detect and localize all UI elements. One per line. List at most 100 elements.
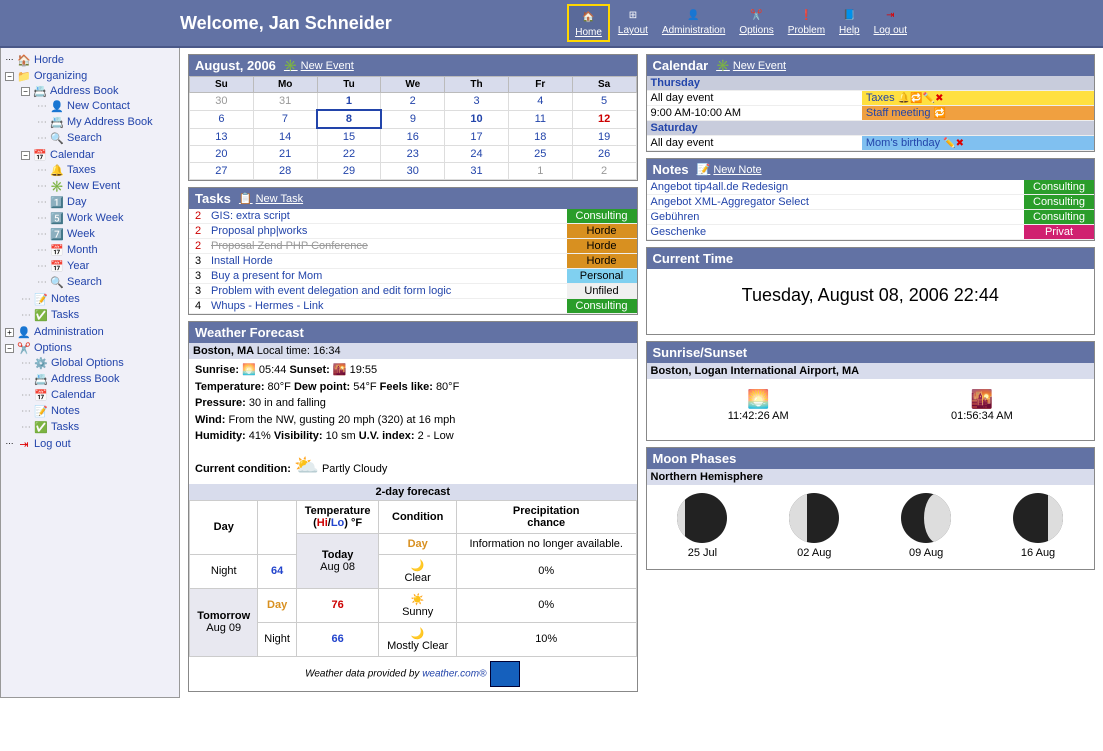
event-time: 9:00 AM-10:00 AM [647,106,862,121]
tree-opt-notes[interactable]: ⋯📝Notes [21,404,177,418]
new-event-link-2[interactable]: ✳️New Event [716,59,786,72]
tree-newcontact[interactable]: ⋯👤New Contact [37,99,177,113]
new-note-link[interactable]: 📝New Note [697,163,762,176]
calendar-day[interactable]: 30 [190,93,254,111]
weather-link[interactable]: weather.com® [422,668,486,679]
sun-location: Boston, Logan International Airport, MA [647,363,1095,379]
calendar-day[interactable]: 6 [190,110,254,128]
tree-horde[interactable]: ⋯🏠Horde [5,53,177,67]
calendar-day[interactable]: 17 [445,128,509,146]
calendar-day[interactable]: 8 [317,110,381,128]
tree-addressbook[interactable]: −📇Address Book [21,84,177,98]
nav-home[interactable]: 🏠Home [567,4,610,42]
calendar-day[interactable]: 1 [317,93,381,111]
edit-icon[interactable]: ✏️ [943,138,955,149]
delete-icon[interactable]: ✖ [935,93,943,104]
moon-phase-4: 16 Aug [1013,493,1063,559]
new-task-link[interactable]: 📋New Task [239,192,303,205]
calendar-day[interactable]: 4 [508,93,572,111]
task-row[interactable]: 2Proposal php|worksHorde [189,224,637,239]
tree-administration[interactable]: +👤Administration [5,325,177,339]
task-row[interactable]: 3Problem with event delegation and edit … [189,284,637,299]
event-taxes[interactable]: Taxes [866,92,895,104]
day-header-thursday[interactable]: Thursday [647,76,1095,91]
tree-opt-addressbook[interactable]: ⋯📇Address Book [21,372,177,386]
calendar-day[interactable]: 29 [317,163,381,180]
tree-month[interactable]: ⋯📅Month [37,243,177,257]
new-event-link[interactable]: ✳️New Event [284,59,354,72]
calendar-day[interactable]: 9 [381,110,445,128]
calendar-day[interactable]: 2 [381,93,445,111]
tree-opt-tasks[interactable]: ⋯✅Tasks [21,420,177,434]
calendar-day[interactable]: 21 [253,146,317,163]
nav-help[interactable]: 📘Help [833,4,866,42]
note-row[interactable]: Angebot tip4all.de RedesignConsulting [647,180,1095,195]
nav-logout[interactable]: ⇥Log out [868,4,913,42]
calendar-day[interactable]: 12 [572,110,636,128]
calendar-day[interactable]: 22 [317,146,381,163]
edit-icon[interactable]: ✏️ [923,93,935,104]
delete-icon[interactable]: ✖ [956,138,964,149]
nav-problem[interactable]: ❗Problem [782,4,831,42]
nav-layout[interactable]: ⊞Layout [612,4,654,42]
tree-options[interactable]: −✂️Options [5,341,177,355]
calendar-day[interactable]: 26 [572,146,636,163]
calendar-day[interactable]: 30 [381,163,445,180]
tree-myaddressbook[interactable]: ⋯📇My Address Book [37,115,177,129]
calendar-day[interactable]: 16 [381,128,445,146]
note-row[interactable]: Angebot XML-Aggregator SelectConsulting [647,195,1095,210]
task-row[interactable]: 3Buy a present for MomPersonal [189,269,637,284]
note-row[interactable]: GebührenConsulting [647,210,1095,225]
tree-year[interactable]: ⋯📅Year [37,259,177,273]
task-row[interactable]: 3Install HordeHorde [189,254,637,269]
calendar-day[interactable]: 11 [508,110,572,128]
tree-day[interactable]: ⋯1️⃣Day [37,195,177,209]
event-allday: All day event [647,91,862,106]
task-row[interactable]: 2GIS: extra scriptConsulting [189,209,637,224]
note-row[interactable]: GeschenkePrivat [647,225,1095,240]
nav-options[interactable]: ✂️Options [733,4,779,42]
logout-icon: ⇥ [17,437,31,451]
tree-workweek[interactable]: ⋯5️⃣Work Week [37,211,177,225]
event-staff[interactable]: Staff meeting [866,107,931,119]
calendar-day[interactable]: 19 [572,128,636,146]
calendar-day[interactable]: 23 [381,146,445,163]
calendar-day[interactable]: 2 [572,163,636,180]
tree-taxes[interactable]: ⋯🔔Taxes [37,163,177,177]
day-header-saturday[interactable]: Saturday [647,121,1095,136]
weather-details: Sunrise: 🌅 05:44 Sunset: 🌇 19:55 Tempera… [189,359,637,484]
calendar-day[interactable]: 3 [445,93,509,111]
nav-administration[interactable]: 👤Administration [656,4,731,42]
tree-calendar[interactable]: −📅Calendar [21,148,177,162]
tree-search-cal[interactable]: ⋯🔍Search [37,275,177,289]
tree-newevent[interactable]: ⋯✳️New Event [37,179,177,193]
task-row[interactable]: 4Whups - Hermes - LinkConsulting [189,299,637,314]
calendar-day[interactable]: 27 [190,163,254,180]
calendar-day[interactable]: 1 [508,163,572,180]
calendar-day[interactable]: 25 [508,146,572,163]
notes-icon: 📝 [34,404,48,418]
tree-organizing[interactable]: −📁Organizing [5,69,177,83]
tree-logout[interactable]: ⋯⇥Log out [5,437,177,451]
calendar-day[interactable]: 24 [445,146,509,163]
calendar-day[interactable]: 20 [190,146,254,163]
calendar-day[interactable]: 18 [508,128,572,146]
calendar-day[interactable]: 15 [317,128,381,146]
task-row[interactable]: 2Proposal Zend PHP ConferenceHorde [189,239,637,254]
calendar-day[interactable]: 28 [253,163,317,180]
event-mom[interactable]: Mom's birthday [866,137,940,149]
top-navigation: 🏠Home ⊞Layout 👤Administration ✂️Options … [567,4,913,42]
calendar-day[interactable]: 14 [253,128,317,146]
calendar-day[interactable]: 5 [572,93,636,111]
calendar-day[interactable]: 10 [445,110,509,128]
tree-search-ab[interactable]: ⋯🔍Search [37,131,177,145]
calendar-day[interactable]: 7 [253,110,317,128]
calendar-day[interactable]: 31 [253,93,317,111]
calendar-day[interactable]: 31 [445,163,509,180]
tree-globaloptions[interactable]: ⋯⚙️Global Options [21,356,177,370]
tree-notes[interactable]: ⋯📝Notes [21,292,177,306]
tree-tasks[interactable]: ⋯✅Tasks [21,308,177,322]
calendar-day[interactable]: 13 [190,128,254,146]
tree-opt-calendar[interactable]: ⋯📅Calendar [21,388,177,402]
tree-week[interactable]: ⋯7️⃣Week [37,227,177,241]
